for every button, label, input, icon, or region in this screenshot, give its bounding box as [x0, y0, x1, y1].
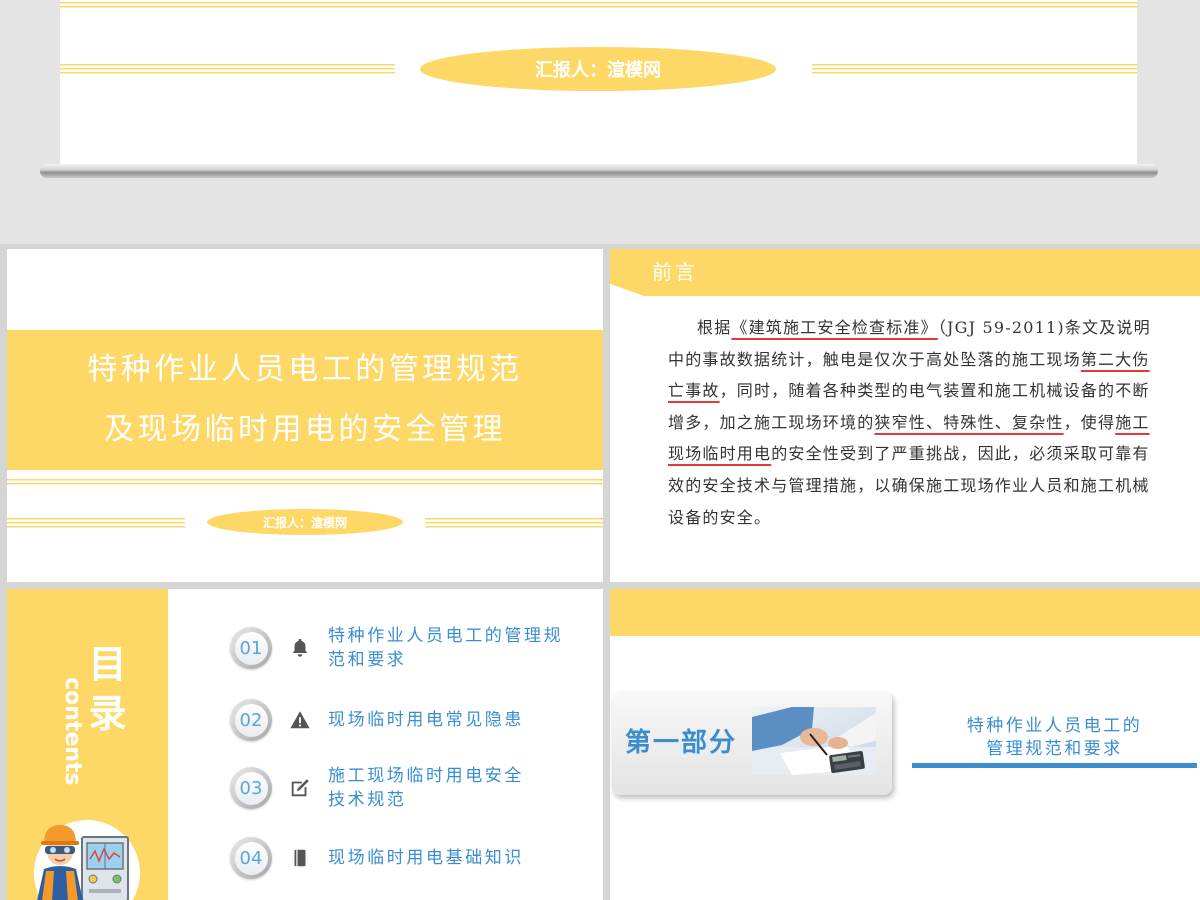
preface-line: 效的安全技术与管理措施，以确保施工现场作业人员和施工机械	[668, 470, 1196, 502]
preface-slide: 前言 根据《建筑施工安全检查标准》（JGJ 59-2011)条文及说明 中的事故数…	[610, 249, 1200, 582]
decorative-line	[60, 2, 1137, 8]
toc-item-label-line: 施工现场临时用电安全	[328, 766, 524, 786]
toc-item-label-line: 范和要求	[328, 650, 407, 670]
section-title-line: 管理规范和要求	[986, 739, 1123, 759]
preface-line: 亡事故，同时，随着各种类型的电气装置和施工机械设备的不断	[668, 375, 1196, 407]
decorative-lines-right	[812, 64, 1137, 74]
toc-number: 04	[234, 841, 268, 875]
toc-number: 01	[234, 631, 268, 665]
toc-subtitle: contents	[60, 677, 85, 786]
preface-highlight-text: 亡事故	[668, 381, 720, 401]
toc-item: 02 现场临时用电常见隐患	[230, 696, 524, 744]
preface-highlight-text: 第二大伤	[1080, 349, 1150, 369]
preface-text: 增多，加之施工现场环境的	[668, 412, 875, 432]
preface-text: 效的安全技术与管理措施，以确保施工现场作业人员和施工机械	[668, 475, 1150, 495]
toc-item-label-line: 技术规范	[328, 790, 407, 810]
electrician-with-cabinet-illustration	[34, 820, 140, 900]
preface-highlight-text: 狭窄性、特殊性、复杂性	[874, 412, 1064, 432]
preface-body: 根据《建筑施工安全检查标准》（JGJ 59-2011)条文及说明 中的事故数据统计…	[668, 312, 1196, 533]
hands-with-calculator-photo	[752, 707, 876, 775]
slide-stand-shadow	[40, 164, 1158, 178]
toc-number: 03	[234, 771, 268, 805]
preface-text: （JGJ 59-2011)条文及说明	[937, 318, 1151, 337]
toc-number-badge: 03	[230, 767, 272, 809]
toc-number-badge: 02	[230, 699, 272, 741]
reporter-text: 汇报人：渲模网	[262, 515, 347, 530]
toc-item-label: 现场临时用电基础知识	[328, 846, 524, 870]
section-title-underline	[912, 763, 1197, 768]
section-header-band	[610, 589, 1200, 636]
edit-icon	[291, 779, 309, 797]
decorative-lines-left	[60, 64, 395, 74]
section-title-line: 特种作业人员电工的	[966, 716, 1143, 736]
section-slide: 第一部分 特种作业人员电工的 管理规范和要求	[610, 589, 1200, 900]
section-label: 第一部分	[625, 728, 738, 758]
book-icon	[294, 849, 306, 867]
section-card: 第一部分	[612, 692, 892, 795]
preface-highlight-text: 《建筑施工安全检查标准》	[731, 318, 938, 337]
cover-title-line-1: 特种作业人员电工的管理规范	[87, 352, 523, 387]
toc-item-label-line: 特种作业人员电工的管理规	[328, 626, 564, 646]
preface-text: 中的事故数据统计，触电是仅次于高处坠落的施工现场	[668, 349, 1081, 369]
reporter-badge: 汇报人：渲模网	[207, 509, 403, 535]
toc-item: 04 现场临时用电基础知识	[230, 834, 524, 882]
title-band: 特种作业人员电工的管理规范 及现场临时用电的安全管理	[7, 330, 603, 470]
decorative-lines-right	[425, 518, 603, 528]
toc-title: 目录	[82, 644, 126, 742]
preface-text: ，同时，随着各种类型的电气装置和施工机械设备的不断	[719, 381, 1150, 401]
preface-text: ，使得	[1063, 412, 1116, 432]
preface-line: 设备的安全。	[668, 502, 1196, 534]
section-title: 特种作业人员电工的 管理规范和要求	[912, 715, 1197, 761]
preface-line: 增多，加之施工现场环境的狭窄性、特殊性、复杂性，使得施工	[668, 407, 1196, 439]
toc-number: 02	[234, 703, 268, 737]
toc-item-label: 现场临时用电常见隐患	[328, 708, 524, 732]
preface-highlight-text: 施工	[1115, 412, 1150, 432]
preface-highlight-text: 现场临时用电	[668, 444, 772, 464]
cover-slide: 特种作业人员电工的管理规范 及现场临时用电的安全管理 汇报人：渲模网	[7, 249, 603, 582]
preface-line: 中的事故数据统计，触电是仅次于高处坠落的施工现场第二大伤	[668, 344, 1196, 376]
preface-heading: 前言	[652, 260, 698, 284]
preface-text: 设备的安全。	[668, 507, 772, 527]
toc-number-badge: 04	[230, 837, 272, 879]
decorative-lines-left	[7, 518, 185, 528]
preface-header-band	[610, 249, 1200, 296]
reporter-badge: 汇报人：渲模网	[420, 47, 776, 91]
preface-text: 根据	[697, 318, 732, 337]
preface-text: 的安全性受到了严重挑战，因此，必须采取可靠有	[771, 444, 1150, 464]
bell-icon	[292, 638, 308, 657]
toc-number-badge: 01	[230, 627, 272, 669]
preface-line: 根据《建筑施工安全检查标准》（JGJ 59-2011)条文及说明	[668, 312, 1196, 344]
top-slide: 汇报人：渲模网	[60, 0, 1137, 165]
reporter-text: 汇报人：渲模网	[535, 60, 661, 81]
toc-item-label-line: 现场临时用电基础知识	[328, 848, 524, 868]
toc-item-label: 施工现场临时用电安全 技术规范	[328, 764, 524, 812]
toc-item: 03 施工现场临时用电安全 技术规范	[230, 764, 524, 812]
cover-title-line-2: 及现场临时用电的安全管理	[104, 412, 506, 447]
warning-icon	[290, 711, 310, 729]
decorative-line	[7, 479, 603, 485]
toc-slide: contents 目录 01 特种作业人员电工的管理规 范和要求 02 现场临时…	[7, 589, 603, 900]
toc-item-label: 特种作业人员电工的管理规 范和要求	[328, 624, 563, 672]
preface-line: 现场临时用电的安全性受到了严重挑战，因此，必须采取可靠有	[668, 438, 1196, 470]
toc-item-label-line: 现场临时用电常见隐患	[328, 710, 524, 730]
toc-item: 01 特种作业人员电工的管理规 范和要求	[230, 624, 563, 672]
